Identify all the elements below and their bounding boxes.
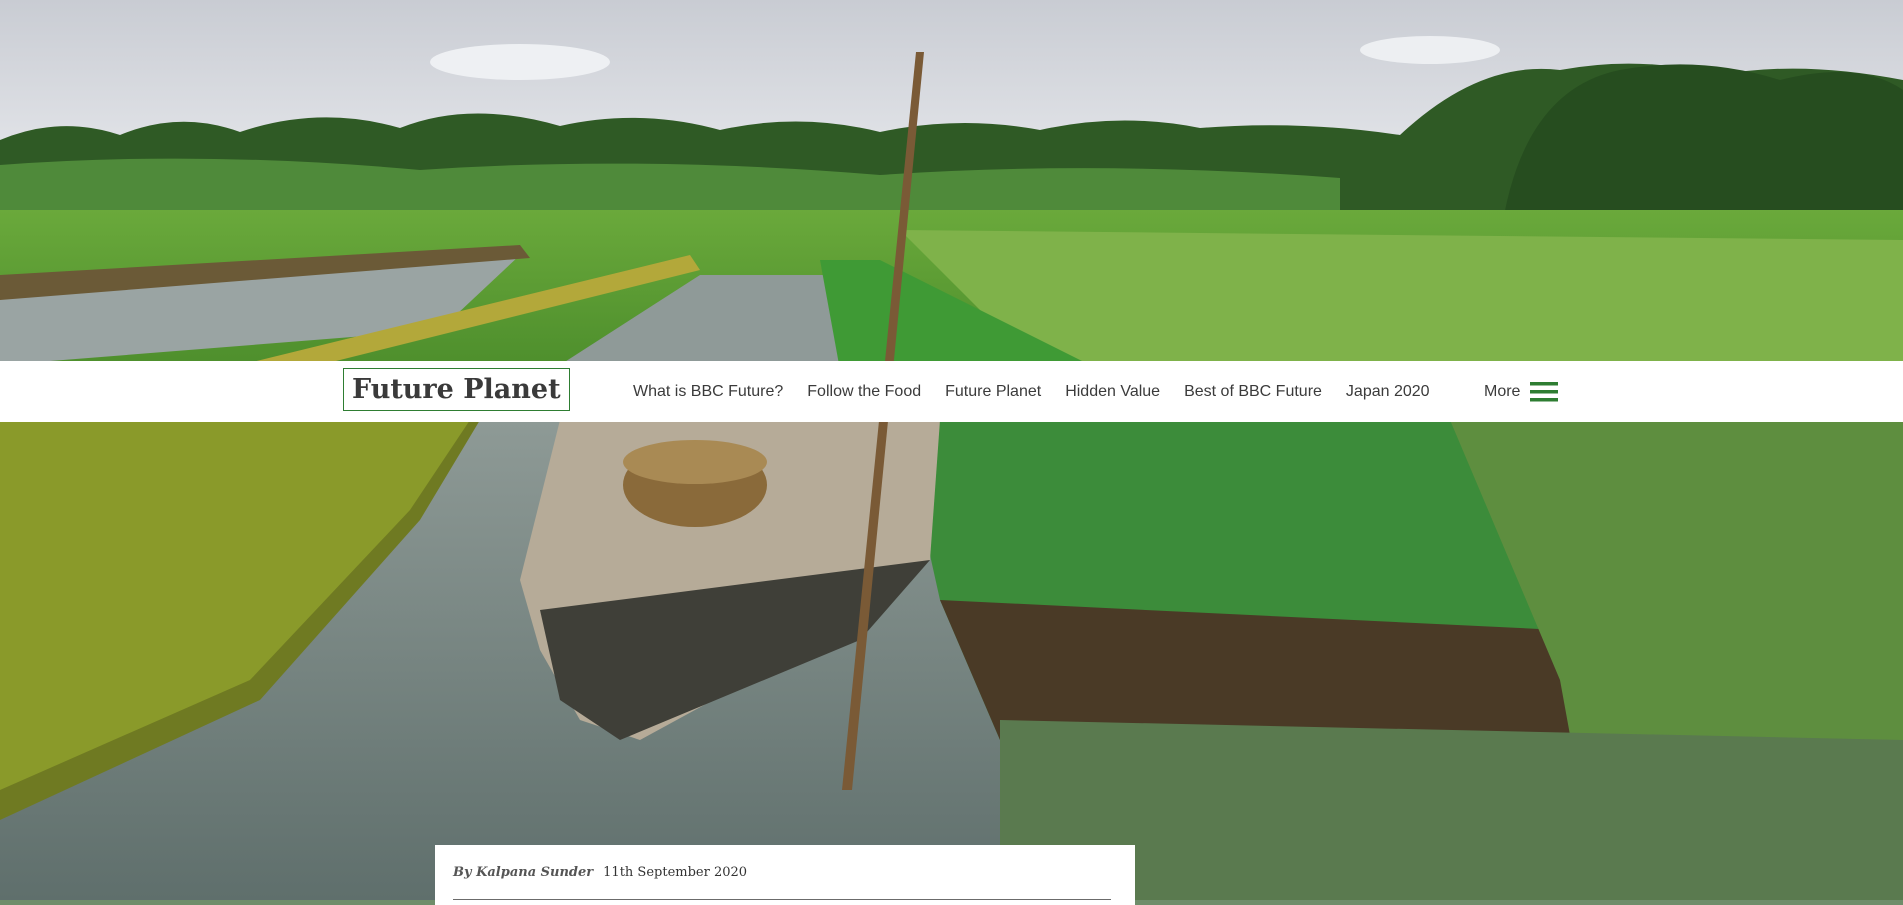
article-header-card: By Kalpana Sunder 11th September 2020 — [435, 845, 1135, 905]
more-label: More — [1484, 382, 1521, 400]
nav-link-japan-2020[interactable]: Japan 2020 — [1346, 383, 1430, 401]
nav-link-hidden-value[interactable]: Hidden Value — [1065, 383, 1160, 401]
hero-image — [0, 0, 1903, 900]
primary-nav: What is BBC Future? Follow the Food Futu… — [633, 361, 1454, 422]
brand-logo-link[interactable]: Future Planet — [343, 368, 570, 411]
author-name: By Kalpana Sunder — [453, 865, 594, 880]
hero-photo-illustration — [0, 0, 1903, 900]
byline: By Kalpana Sunder 11th September 2020 — [453, 865, 747, 880]
top-navigation-bar: Future Planet What is BBC Future? Follow… — [0, 361, 1903, 422]
nav-link-what-is-bbc-future[interactable]: What is BBC Future? — [633, 383, 783, 401]
publish-date: 11th September 2020 — [603, 865, 748, 880]
nav-link-follow-the-food[interactable]: Follow the Food — [807, 383, 921, 401]
nav-link-future-planet[interactable]: Future Planet — [945, 383, 1041, 401]
more-menu-button[interactable]: More — [1484, 361, 1559, 422]
hamburger-icon — [1530, 381, 1559, 401]
nav-link-best-of-bbc-future[interactable]: Best of BBC Future — [1184, 383, 1322, 401]
